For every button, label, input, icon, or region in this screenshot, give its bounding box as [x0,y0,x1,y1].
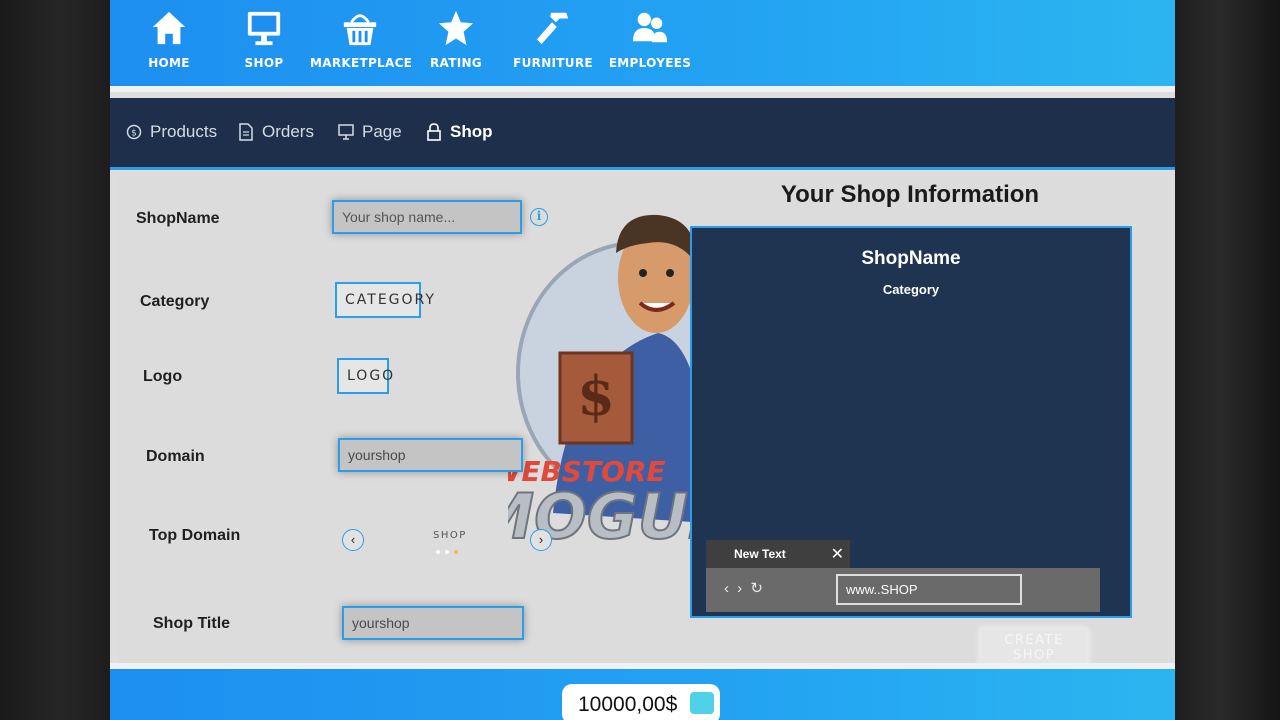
domain-input[interactable] [338,438,523,472]
sub-navigation: $ Products Orders Page Shop [110,98,1175,170]
nav-home[interactable]: HOME [119,8,219,70]
balance-value: 10000,00$ [578,693,678,716]
monitor-bezel-right [1170,0,1280,720]
tab-orders-label: Orders [262,122,314,141]
domain-label: Domain [146,448,205,465]
carousel-dot [445,550,449,554]
logo-label: Logo [143,368,183,385]
browser-tab[interactable]: New Text ✕ [706,540,850,568]
webstore-mogul-logo: $ WEBSTORE MOGUL [508,214,708,553]
nav-rating-label: RATING [430,56,482,70]
svg-text:$: $ [131,129,137,139]
monitor-icon [247,11,281,46]
monitor-bezel-left [0,0,110,720]
tab-page[interactable]: Page [338,122,402,142]
nav-marketplace-label: MARKETPLACE [310,56,413,70]
top-domain-next-button[interactable]: › [530,529,552,551]
tab-products[interactable]: $ Products [126,122,217,142]
nav-shop-label: SHOP [244,56,284,70]
top-navigation: HOME SHOP MARKETPLACE RATING FURNITURE E… [110,0,1175,92]
lock-icon [427,123,441,141]
dollar-circle-icon: $ [126,124,142,140]
shop-name-input[interactable] [332,200,522,234]
category-label: Category [140,293,210,310]
top-domain-value: SHOP [433,530,467,541]
url-input[interactable] [836,574,1022,605]
home-icon [152,11,186,45]
tab-shop[interactable]: Shop [426,122,493,142]
browser-nav-icons[interactable]: ‹ › ↻ [724,579,765,597]
nav-marketplace[interactable]: MARKETPLACE [310,8,413,70]
browser-tab-label: New Text [734,547,786,561]
nav-furniture[interactable]: FURNITURE [503,8,603,70]
nav-home-label: HOME [148,56,190,70]
carousel-dot-active [454,550,458,554]
shop-form-area: $ WEBSTORE MOGUL ShopName i Category CAT… [118,173,1168,668]
balance-display: 10000,00$ [562,684,720,720]
users-icon [632,12,668,43]
basket-icon [343,14,377,46]
tab-products-label: Products [150,122,218,141]
carousel-dot [436,550,440,554]
shop-title-label: Shop Title [153,615,231,632]
preview-category: Category [882,282,940,297]
shop-title-input[interactable] [342,606,524,640]
star-icon [438,10,474,46]
hammer-icon [536,12,569,45]
nav-rating[interactable]: RATING [406,8,506,70]
close-icon[interactable]: ✕ [831,544,844,564]
nav-shop[interactable]: SHOP [214,8,314,70]
shop-information-title: Your Shop Information [780,181,1040,208]
wallet-icon [690,692,714,714]
create-shop-button[interactable]: CREATE SHOP [980,628,1088,668]
computer-screen: HOME SHOP MARKETPLACE RATING FURNITURE E… [110,0,1175,720]
svg-text:$: $ [577,364,615,428]
logo-button[interactable]: LOGO [337,358,393,394]
bottom-bar: 10000,00$ [110,663,1175,720]
preview-shop-name: ShopName [861,248,961,269]
nav-furniture-label: FURNITURE [513,56,593,70]
top-domain-prev-button[interactable]: ‹ [342,529,364,551]
document-icon [239,123,253,141]
info-icon[interactable]: i [530,208,548,226]
shop-preview-panel: ShopName Category New Text ✕ ‹ › ↻ [690,226,1132,618]
top-domain-label: Top Domain [149,527,241,544]
tab-shop-label: Shop [450,122,493,141]
nav-employees-label: EMPLOYEES [608,56,692,70]
shop-name-label: ShopName [136,210,220,227]
category-button[interactable]: CATEGORY [335,282,434,318]
nav-employees[interactable]: EMPLOYEES [600,8,700,70]
browser-address-bar: ‹ › ↻ [706,568,1100,612]
monitor-icon [338,124,354,140]
tab-page-label: Page [362,122,402,141]
tab-orders[interactable]: Orders [238,122,314,142]
